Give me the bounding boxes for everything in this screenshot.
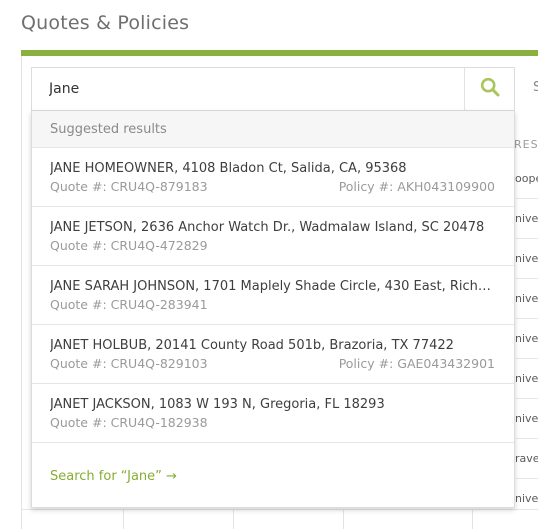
suggestion-item[interactable]: JANET HOLBUB, 20141 County Road 501b, Br… xyxy=(32,325,514,384)
suggestion-address: JANE JETSON, 2636 Anchor Watch Dr., Wadm… xyxy=(50,220,485,235)
suggestion-item[interactable]: JANE HOMEOWNER, 4108 Bladon Ct, Salida, … xyxy=(32,148,514,207)
suggestion-item[interactable]: JANE JETSON, 2636 Anchor Watch Dr., Wadm… xyxy=(32,207,514,266)
search-for-link[interactable]: Search for “Jane” → xyxy=(50,469,177,484)
dropdown-footer: Search for “Jane” → xyxy=(32,447,514,507)
suggestion-address: JANET JACKSON, 1083 W 193 N, Gregoria, F… xyxy=(50,397,385,412)
suggestion-quote-number: Quote #: CRU4Q-829103 xyxy=(50,356,208,371)
page-title: Quotes & Policies xyxy=(21,12,190,34)
suggestions-heading: Suggested results xyxy=(32,111,514,148)
suggestion-item[interactable]: JANET JACKSON, 1083 W 193 N, Gregoria, F… xyxy=(32,384,514,443)
suggestion-policy-number: Policy #: AKH043109900 xyxy=(338,179,495,194)
suggestion-quote-number: Quote #: CRU4Q-472829 xyxy=(50,238,208,253)
search-input[interactable] xyxy=(32,68,465,110)
suggestion-address: JANET HOLBUB, 20141 County Road 501b, Br… xyxy=(50,338,454,353)
suggestions-dropdown: Suggested results JANE HOMEOWNER, 4108 B… xyxy=(31,111,515,508)
suggestion-item[interactable]: JANE SARAH JOHNSON, 1701 Maplely Shade C… xyxy=(32,266,514,325)
search-button[interactable] xyxy=(464,68,514,110)
suggestion-address: JANE HOMEOWNER, 4108 Bladon Ct, Salida, … xyxy=(50,161,407,176)
suggestion-policy-number: Policy #: GAE043432901 xyxy=(338,356,495,371)
suggestion-address: JANE SARAH JOHNSON, 1701 Maplely Shade C… xyxy=(50,279,498,294)
suggestion-quote-number: Quote #: CRU4Q-879183 xyxy=(50,179,208,194)
suggestion-quote-number: Quote #: CRU4Q-283941 xyxy=(50,297,208,312)
search-box xyxy=(31,67,515,111)
search-icon xyxy=(480,77,500,101)
suggestion-quote-number: Quote #: CRU4Q-182938 xyxy=(50,415,208,430)
